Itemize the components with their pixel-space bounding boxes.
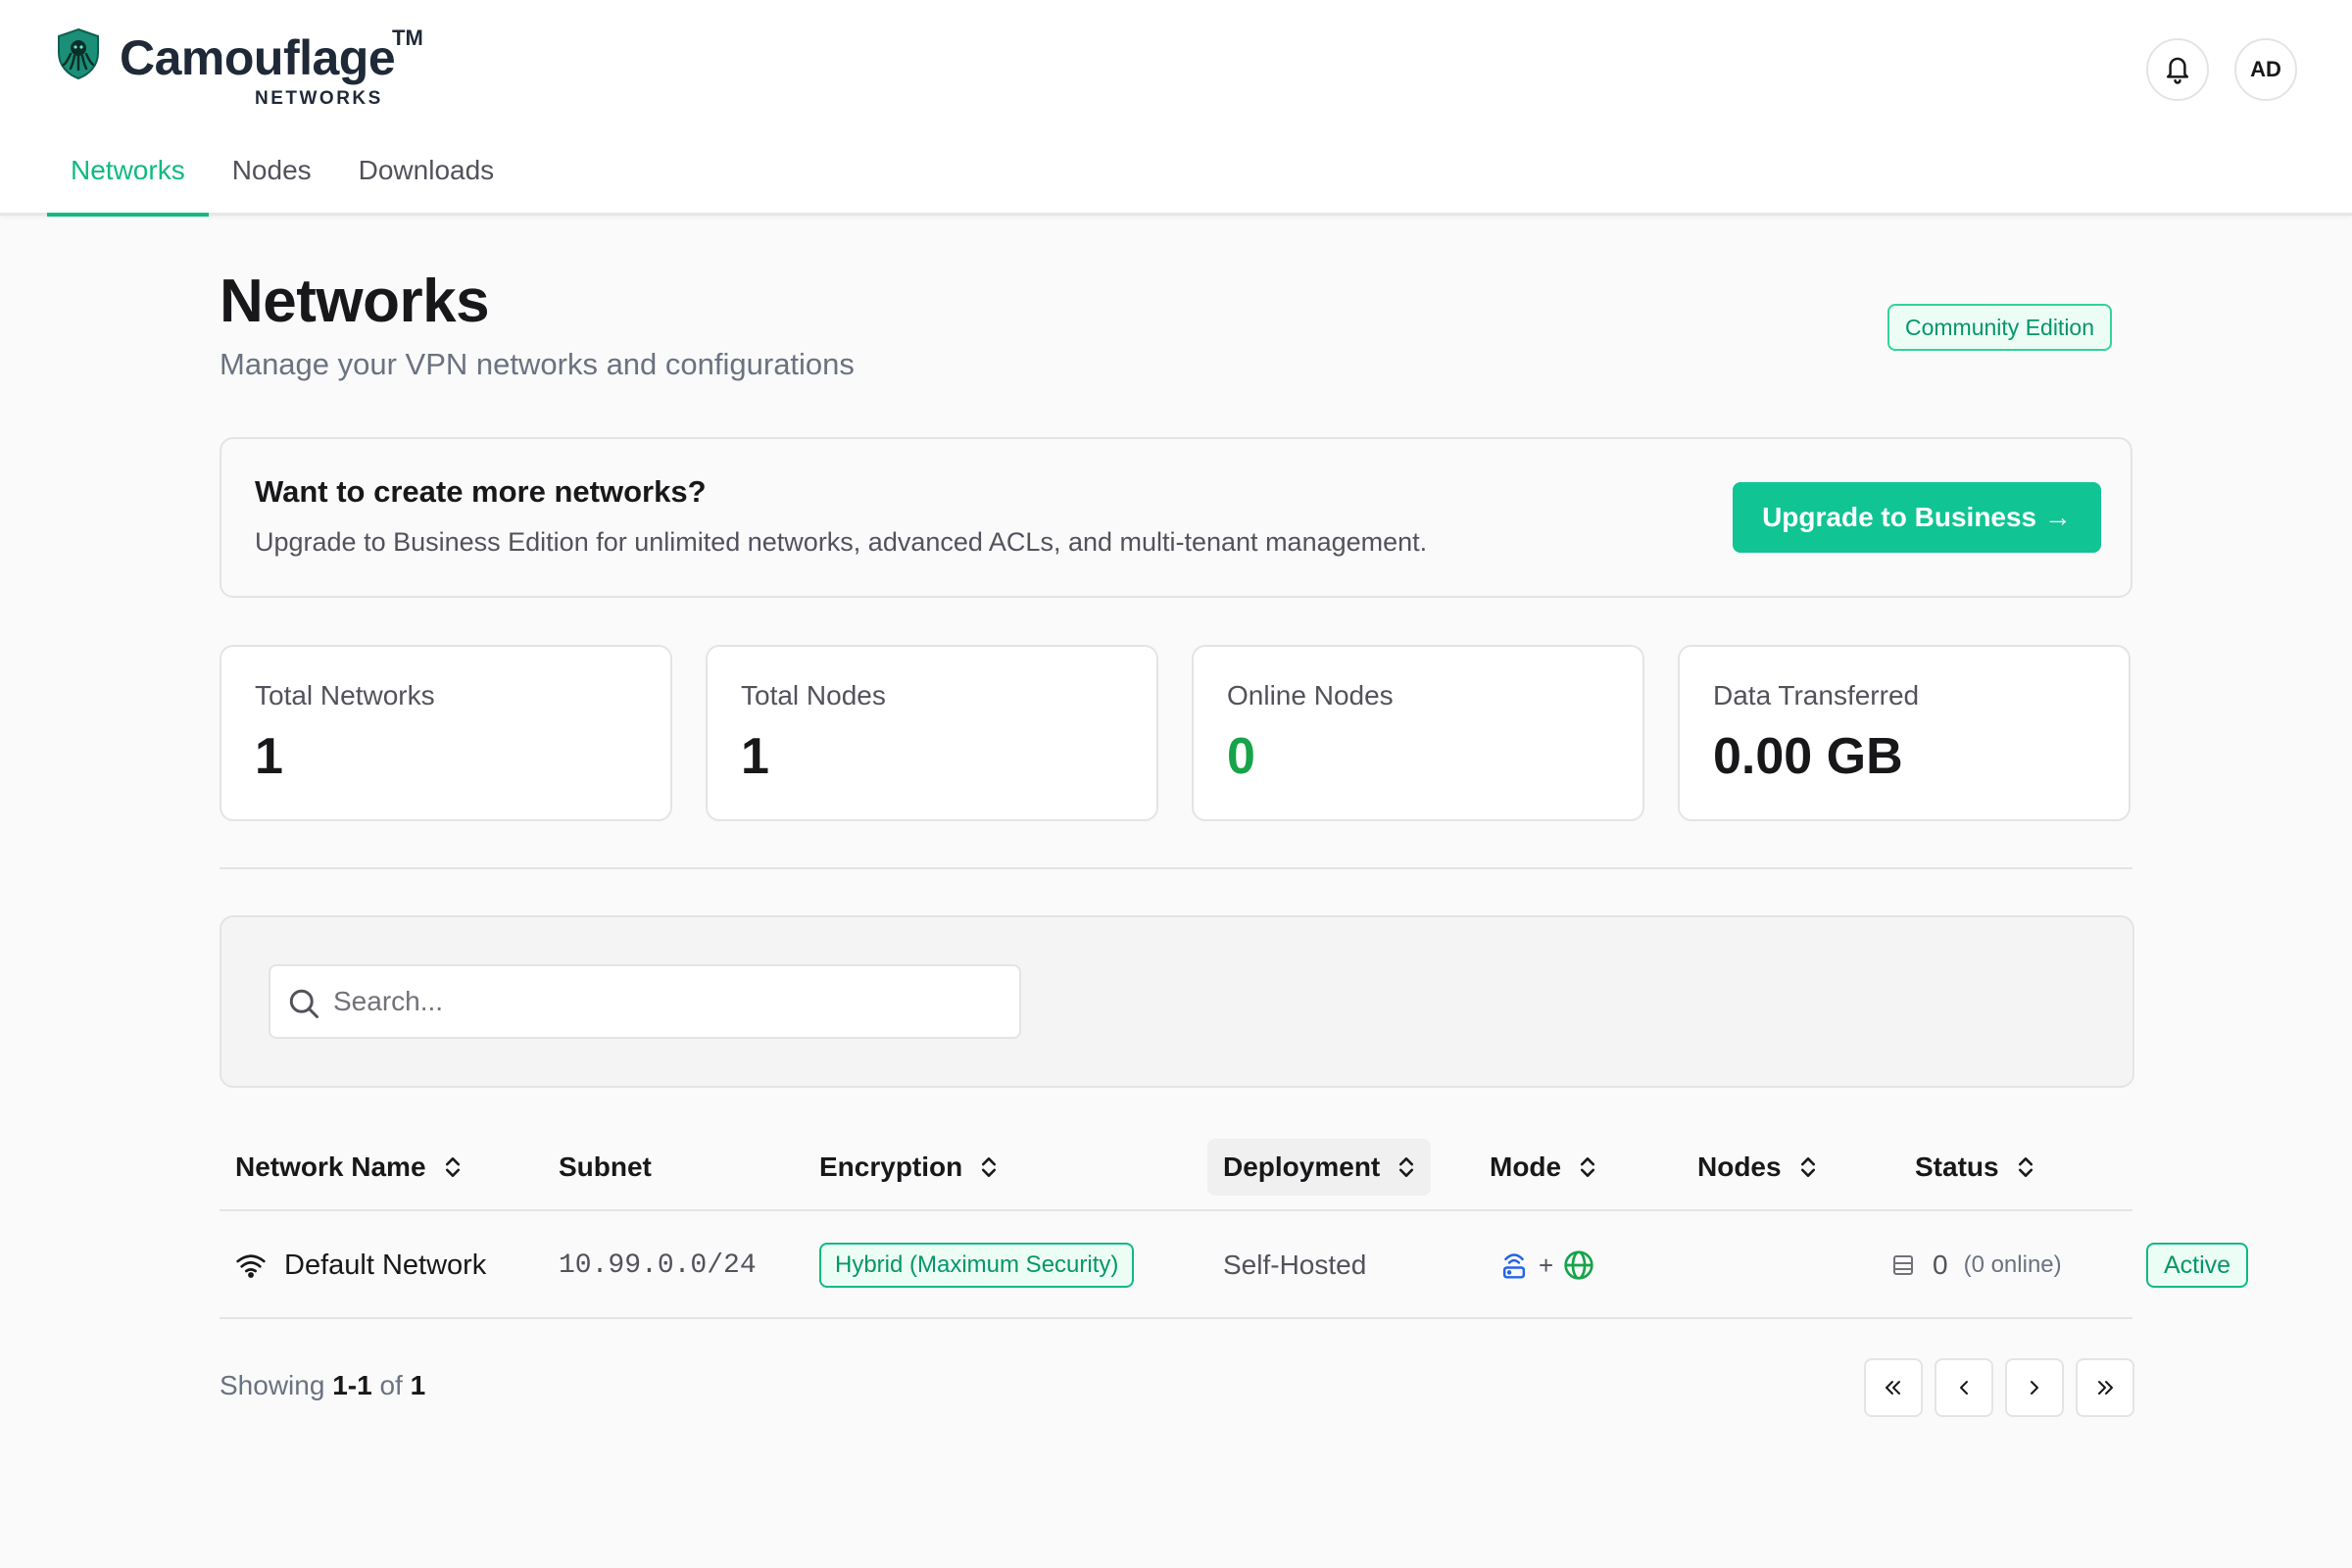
showing-total: 1 (410, 1370, 426, 1400)
cell-nodes: 0 (0 online) (1891, 1211, 2062, 1319)
last-page-button[interactable] (2076, 1358, 2134, 1417)
sort-icon (1581, 1157, 1595, 1177)
globe-icon (1564, 1250, 1593, 1280)
showing-range: 1-1 (332, 1370, 372, 1400)
column-label: Subnet (559, 1152, 652, 1182)
column-header-deployment[interactable]: Deployment (1207, 1139, 1432, 1196)
column-header-nodes[interactable]: Nodes (1682, 1139, 1833, 1196)
bell-icon (2166, 57, 2189, 84)
brand-trademark: TM (392, 25, 423, 50)
wifi-icon (236, 1254, 266, 1278)
table-header: Network Name Subnet Encryption Deploymen… (220, 1139, 2132, 1211)
page-subtitle: Manage your VPN networks and configurati… (220, 347, 855, 381)
first-page-button[interactable] (1864, 1358, 1923, 1417)
user-avatar-button[interactable]: AD (2234, 38, 2297, 101)
brand-subtitle: NETWORKS (255, 88, 383, 109)
column-header-subnet: Subnet (543, 1139, 667, 1196)
column-label: Deployment (1223, 1152, 1381, 1182)
stat-label: Online Nodes (1227, 680, 1394, 710)
mode-separator: + (1539, 1250, 1554, 1280)
octopus-shield-icon (58, 27, 99, 80)
sort-icon (982, 1157, 997, 1177)
stat-card-total-networks: Total Networks 1 (220, 645, 672, 821)
stat-label: Data Transferred (1713, 680, 1920, 710)
search-box (269, 964, 1021, 1039)
column-header-encryption[interactable]: Encryption (804, 1139, 1013, 1196)
stat-value: 1 (741, 728, 769, 785)
next-page-button[interactable] (2005, 1358, 2064, 1417)
upgrade-banner-title: Want to create more networks? (255, 474, 707, 509)
stat-value: 0.00 GB (1713, 728, 1903, 785)
table-row[interactable]: Default Network 10.99.0.0/24 Hybrid (Max… (220, 1211, 2249, 1319)
filter-panel (220, 915, 2134, 1088)
tab-nodes[interactable]: Nodes (209, 145, 335, 216)
brand-name: Camouflage (120, 30, 396, 85)
sort-icon (2018, 1157, 2033, 1177)
stat-card-total-nodes: Total Nodes 1 (706, 645, 1158, 821)
upgrade-banner: Want to create more networks? Upgrade to… (220, 437, 2132, 598)
search-input[interactable] (333, 974, 1000, 1029)
network-name[interactable]: Default Network (284, 1250, 486, 1282)
tab-downloads[interactable]: Downloads (335, 145, 518, 216)
deployment-value: Self-Hosted (1223, 1250, 1367, 1280)
encryption-badge: Hybrid (Maximum Security) (819, 1243, 1135, 1288)
column-label: Status (1915, 1152, 1999, 1182)
stat-label: Total Nodes (741, 680, 886, 710)
stats-row: Total Networks 1 Total Nodes 1 Online No… (220, 645, 2132, 821)
stat-value: 0 (1227, 728, 1255, 785)
chevrons-left-icon (1886, 1381, 1900, 1395)
stat-card-online-nodes: Online Nodes 0 (1192, 645, 1644, 821)
column-header-network-name[interactable]: Network Name (220, 1139, 477, 1196)
pagination-summary: Showing 1-1 of 1 (220, 1370, 425, 1401)
cell-encryption: Hybrid (Maximum Security) (819, 1211, 1135, 1319)
showing-of: of (379, 1370, 403, 1400)
page-title: Networks (220, 268, 490, 335)
nodes-count: 0 (1933, 1250, 1948, 1280)
status-badge: Active (2146, 1243, 2249, 1288)
top-bar: Camouflage TM NETWORKS AD Networks Nodes… (0, 0, 2352, 217)
section-divider (220, 867, 2132, 869)
stat-label: Total Networks (255, 680, 435, 710)
column-label: Mode (1490, 1152, 1562, 1182)
column-header-mode[interactable]: Mode (1474, 1139, 1612, 1196)
column-label: Encryption (819, 1152, 963, 1182)
sort-icon (445, 1157, 460, 1177)
server-icon (1893, 1255, 1913, 1275)
cell-deployment: Self-Hosted (1223, 1211, 1366, 1319)
cell-subnet: 10.99.0.0/24 (559, 1211, 757, 1319)
upgrade-banner-text: Upgrade to Business Edition for unlimite… (255, 527, 1428, 557)
search-icon (289, 989, 318, 1018)
cell-mode: + (1499, 1211, 1594, 1319)
nodes-online: (0 online) (1963, 1251, 2062, 1278)
column-label: Network Name (235, 1152, 426, 1182)
brand-logo[interactable]: Camouflage TM NETWORKS (55, 25, 447, 123)
router-icon (1502, 1253, 1526, 1279)
networks-table: Network Name Subnet Encryption Deploymen… (220, 1139, 2249, 1319)
sort-icon (1399, 1157, 1414, 1177)
chevrons-right-icon (2098, 1381, 2113, 1395)
tab-networks[interactable]: Networks (47, 145, 209, 217)
chevron-left-icon (1960, 1381, 1968, 1395)
edition-badge: Community Edition (1887, 304, 2113, 351)
chevron-right-icon (2031, 1381, 2038, 1395)
cell-status: Active (2146, 1211, 2249, 1319)
stat-card-data-transferred: Data Transferred 0.00 GB (1678, 645, 2131, 821)
sort-icon (1800, 1157, 1815, 1177)
notifications-button[interactable] (2146, 38, 2209, 101)
showing-prefix: Showing (220, 1370, 325, 1400)
previous-page-button[interactable] (1935, 1358, 1993, 1417)
cell-network-name: Default Network (235, 1211, 486, 1319)
upgrade-to-business-button[interactable]: Upgrade to Business → (1733, 482, 2101, 553)
subnet-value: 10.99.0.0/24 (559, 1250, 757, 1281)
column-label: Nodes (1697, 1152, 1782, 1182)
pagination-bar: Showing 1-1 of 1 (220, 1358, 2134, 1417)
stat-value: 1 (255, 728, 283, 785)
main-tabs: Networks Nodes Downloads (47, 145, 518, 217)
column-header-status[interactable]: Status (1899, 1139, 2050, 1196)
